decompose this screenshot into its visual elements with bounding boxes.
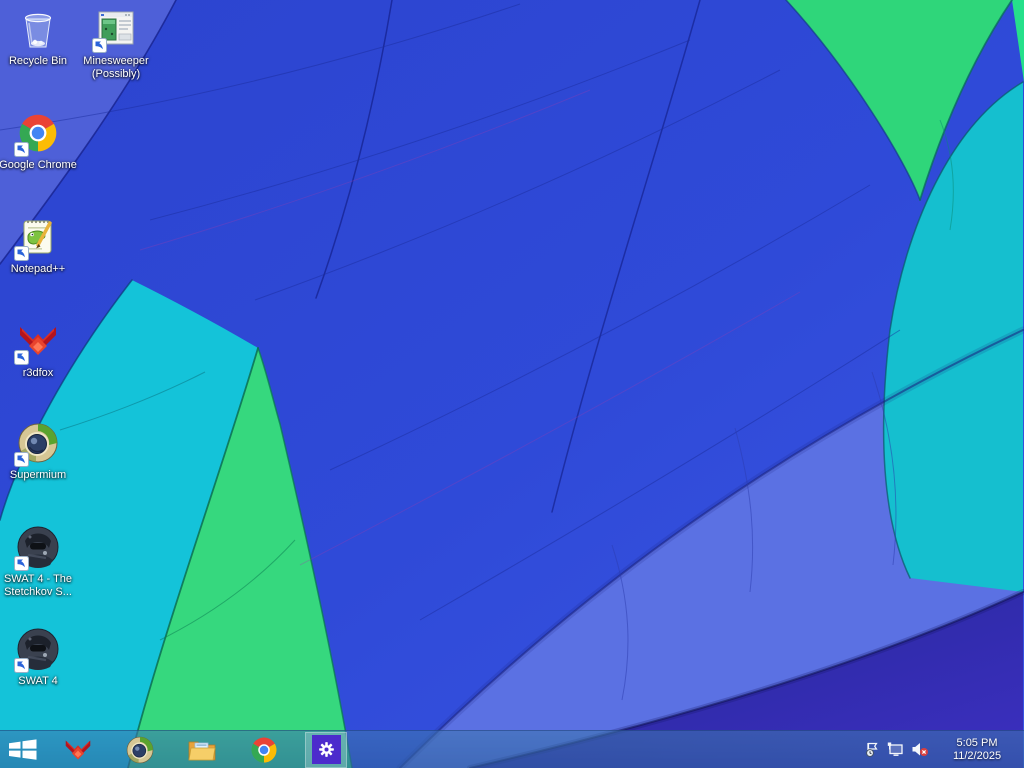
action-center-icon[interactable] <box>860 731 884 768</box>
desktop-screen: Recycle Bin Minesweeper (Possibly) Googl… <box>0 0 1024 768</box>
settings-tile <box>311 735 341 764</box>
taskbar-r3dfox-button[interactable] <box>58 733 98 767</box>
recycle-bin-icon <box>24 13 52 48</box>
shortcut-arrow-icon <box>14 556 29 571</box>
supermium-icon <box>126 736 154 763</box>
r3dfox-icon <box>65 739 91 760</box>
taskbar-pc-settings-button[interactable] <box>305 731 347 768</box>
start-button[interactable] <box>0 731 44 768</box>
desktop-icon-label: Notepad++ <box>10 263 66 275</box>
gear-icon <box>318 742 334 757</box>
taskbar-chrome-button[interactable] <box>244 733 284 767</box>
shortcut-arrow-icon <box>14 658 29 673</box>
desktop-icon-recycle-bin[interactable]: Recycle Bin <box>0 6 76 68</box>
chrome-icon <box>251 737 277 762</box>
desktop-icon-minesweeper[interactable]: Minesweeper (Possibly) <box>78 6 154 81</box>
shortcut-arrow-icon <box>14 142 29 157</box>
shortcut-arrow-icon <box>14 452 29 467</box>
file-explorer-icon <box>188 741 216 760</box>
shortcut-arrow-icon <box>92 38 107 53</box>
desktop-icon-swat4[interactable]: SWAT 4 <box>0 626 76 688</box>
desktop-icon-label: Minesweeper (Possibly) <box>83 55 149 80</box>
windows-logo-icon <box>8 739 36 760</box>
clock-time: 5:05 PM <box>956 736 998 749</box>
desktop-icon-label: Recycle Bin <box>8 55 68 67</box>
desktop-icon-r3dfox[interactable]: r3dfox <box>0 318 76 380</box>
taskbar-pinned-apps <box>58 731 368 768</box>
wallpaper <box>0 0 1024 768</box>
volume-muted-icon[interactable] <box>908 731 932 768</box>
desktop-icon-label: Supermium <box>9 469 67 481</box>
desktop-icon-label: r3dfox <box>22 367 54 379</box>
desktop-icon-notepad-plus-plus[interactable]: Notepad++ <box>0 214 76 276</box>
taskbar-clock[interactable]: 5:05 PM 11/2/2025 <box>940 736 1014 764</box>
taskbar: 5:05 PM 11/2/2025 <box>0 730 1024 768</box>
shortcut-arrow-icon <box>14 350 29 365</box>
desktop-icon-label: SWAT 4 - The Stetchkov S... <box>3 573 73 598</box>
network-icon[interactable] <box>884 731 908 768</box>
desktop-icon-supermium[interactable]: Supermium <box>0 420 76 482</box>
system-tray: 5:05 PM 11/2/2025 <box>860 731 1024 768</box>
clock-date: 11/2/2025 <box>952 749 1002 762</box>
desktop-icon-label: Google Chrome <box>0 159 77 171</box>
desktop-icon-swat4-stetchkov[interactable]: SWAT 4 - The Stetchkov S... <box>0 524 76 599</box>
desktop-icon-label: SWAT 4 <box>18 675 58 687</box>
desktop-icon-google-chrome[interactable]: Google Chrome <box>0 110 77 172</box>
taskbar-file-explorer-button[interactable] <box>182 733 222 767</box>
shortcut-arrow-icon <box>14 246 29 261</box>
taskbar-supermium-button[interactable] <box>120 733 160 767</box>
